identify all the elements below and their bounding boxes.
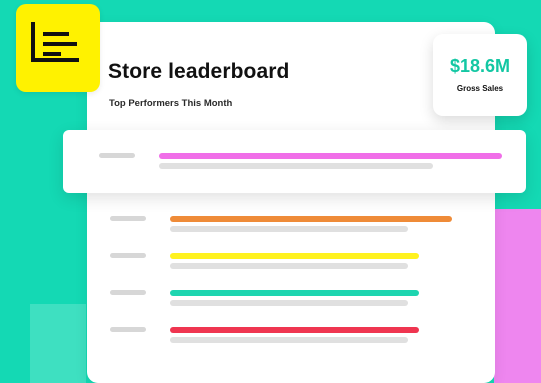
leaderboard-icon [31,22,79,62]
highlighted-leader-row [63,130,526,193]
decorative-pink-panel [494,209,541,383]
gross-sales-label: Gross Sales [456,84,504,93]
leader-row-3 [110,253,467,271]
leaderboard-scene: Store leaderboard Top Performers This Mo… [0,0,541,383]
gross-sales-value: $18.6M [449,56,511,76]
secondary-bar [170,263,408,269]
secondary-bar [159,163,433,169]
performance-bar [170,253,419,259]
performance-bar [170,327,419,333]
secondary-bar [170,300,408,306]
leader-row-5 [110,327,467,345]
rank-placeholder [99,153,135,158]
rank-placeholder [110,327,146,332]
rank-placeholder [110,216,146,221]
leader-row-4 [110,290,467,308]
leader-row-1 [99,153,502,171]
rank-placeholder [110,290,146,295]
performance-bar [170,290,419,296]
rank-placeholder [110,253,146,258]
secondary-bar [170,337,408,343]
performance-bar [170,216,452,222]
secondary-bar [170,226,408,232]
gross-sales-card: $18.6M Gross Sales [433,34,527,116]
page-title: Store leaderboard [108,60,290,83]
decorative-light-panel [30,304,86,383]
performance-bar [159,153,502,159]
page-subtitle: Top Performers This Month [109,98,233,109]
leader-row-2 [110,216,467,234]
logo-badge [16,4,100,92]
